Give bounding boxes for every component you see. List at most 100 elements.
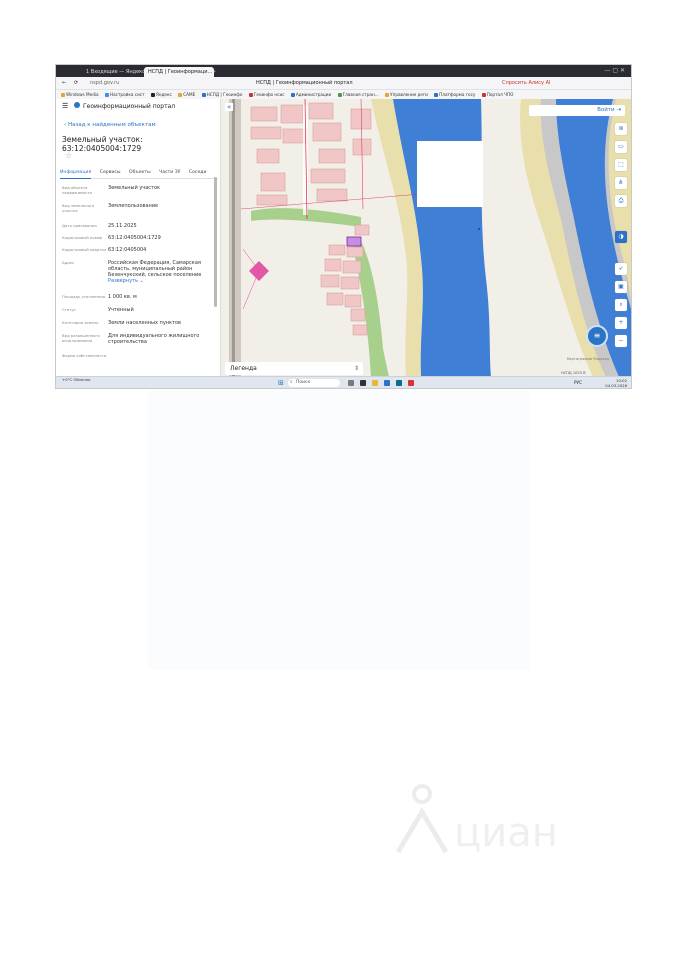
tab-objects[interactable]: Объекты bbox=[129, 168, 151, 178]
layers-icon[interactable]: ⊛ bbox=[615, 123, 627, 135]
attribute-row: Вид объекта недвижимости Земельный участ… bbox=[62, 185, 212, 201]
address-bar: ← ⟳ nspd.gov.ru НСПД | Геоинформационный… bbox=[56, 77, 631, 90]
new-tab-button[interactable]: + bbox=[210, 67, 218, 77]
print-icon[interactable]: ⎙ bbox=[615, 195, 627, 207]
attribute-value bbox=[108, 353, 210, 361]
attribute-value: Российская Федерация, Самарская область,… bbox=[108, 260, 202, 284]
attribute-row: Дата присвоения 25.11.2025 bbox=[62, 223, 212, 233]
minimap-icon[interactable]: ▣ bbox=[615, 281, 627, 293]
panel-scrollbar[interactable] bbox=[214, 177, 217, 307]
attribute-row: Кадастровый номер 63:12:0405004:1729 bbox=[62, 235, 212, 245]
bookmark-item[interactable]: Главная стран... bbox=[337, 90, 379, 99]
attribute-row: Статус Учтенный bbox=[62, 307, 212, 318]
expand-address-link[interactable]: Развернуть ⌄ bbox=[108, 278, 144, 284]
window-controls[interactable]: — ▢ ✕ bbox=[604, 67, 625, 74]
zoom-in-button[interactable]: + bbox=[615, 317, 627, 329]
attribute-label: Вид земельного участка bbox=[62, 203, 95, 213]
portal-logo-icon bbox=[74, 102, 80, 108]
zoom-search-icon[interactable]: ⌕ bbox=[615, 299, 627, 311]
share-icon[interactable]: ⋔ bbox=[615, 177, 627, 189]
attribute-value: Учтенный bbox=[108, 307, 134, 313]
bookmark-item[interactable]: Геоинфо нсис bbox=[248, 90, 285, 99]
bookmark-item[interactable]: НСПД | Геоинфо bbox=[201, 90, 242, 99]
tab-nspd[interactable]: НСПД | Геоинформаци... bbox=[144, 67, 214, 77]
edge-icon[interactable] bbox=[384, 380, 390, 386]
page-title-display: НСПД | Геоинформационный портал bbox=[256, 80, 353, 86]
info-tabs: Информация Сервисы Объекты Части ЗУ Сосе… bbox=[60, 168, 218, 179]
chevron-updown-icon: ⇕ bbox=[353, 365, 359, 372]
attribute-row: Вид земельного участка Землепользование bbox=[62, 203, 212, 221]
attribute-row: Форма собственности bbox=[62, 353, 212, 361]
cadastral-map[interactable]: « Войти ⇥ ⊛ ▭ ⬚ ⋔ ⎙ ◑ ➶ ▣ ⌕ + − ≡ Картог… bbox=[221, 99, 631, 377]
browser-tab-bar: 1 Входящие — Яндекс НСПД | Геоинформаци.… bbox=[56, 65, 631, 77]
tab-information[interactable]: Информация bbox=[60, 168, 92, 179]
hamburger-menu-icon[interactable]: ☰ bbox=[62, 102, 68, 110]
url-field[interactable]: nspd.gov.ru bbox=[90, 77, 119, 89]
language-indicator[interactable]: РУС bbox=[574, 377, 582, 388]
store-icon[interactable] bbox=[396, 380, 402, 386]
map-scale: НСПД 1025 В bbox=[561, 371, 586, 375]
attribute-label: Кадастровый номер bbox=[62, 235, 103, 240]
portal-name: Геоинформационный портал bbox=[83, 103, 176, 110]
bookmark-item[interactable]: Управление реги bbox=[385, 90, 428, 99]
card-icon[interactable]: ▭ bbox=[615, 141, 627, 153]
favorite-star-icon[interactable]: ☆ bbox=[65, 151, 72, 160]
watermark-text: циан bbox=[454, 810, 558, 856]
attribute-label: Площадь уточненная bbox=[62, 294, 105, 299]
attribute-value: Для индивидуального жилищного строительс… bbox=[108, 333, 200, 345]
attribute-value: 1 000 кв. м bbox=[108, 294, 137, 300]
windows-taskbar: +0°C Облачно ⊞ ⌕ Поиск РУС 10:02 04.03.2… bbox=[56, 376, 631, 388]
windows-start-icon[interactable]: ⊞ bbox=[278, 377, 284, 388]
system-clock[interactable]: 10:02 04.03.2026 bbox=[605, 378, 627, 388]
map-canvas bbox=[229, 99, 631, 377]
locate-icon[interactable]: ➶ bbox=[615, 263, 627, 275]
legend-label: Легенда bbox=[230, 365, 257, 372]
attribute-label: Кадастровый квартал bbox=[62, 247, 107, 252]
task-view-icon[interactable] bbox=[348, 380, 354, 386]
attribute-label: Категория земель bbox=[62, 320, 99, 325]
bookmark-item[interactable]: Настройка сист bbox=[104, 90, 145, 99]
login-button[interactable]: Войти ⇥ bbox=[529, 105, 625, 116]
attribute-label: Вид разрешенного использования bbox=[62, 333, 100, 343]
reload-icon[interactable]: ⟳ bbox=[74, 77, 78, 89]
bookmark-item[interactable]: Windows Media bbox=[61, 90, 99, 99]
attribute-list: Вид объекта недвижимости Земельный участ… bbox=[62, 185, 212, 363]
collapse-panel-icon[interactable]: « bbox=[225, 103, 234, 111]
attribute-value: Земельный участок bbox=[108, 185, 161, 191]
assistant-icon[interactable]: ◑ bbox=[615, 231, 627, 243]
bookmark-item[interactable]: Яндекс bbox=[150, 90, 172, 99]
object-info-panel: ☰ Геоинформационный портал ‹ Назад к най… bbox=[56, 99, 221, 377]
attribute-label: Дата присвоения bbox=[62, 223, 97, 228]
tab-parts[interactable]: Части ЗУ bbox=[159, 168, 180, 178]
bookmark-item[interactable]: Платформа госу bbox=[434, 90, 475, 99]
taskbar-search[interactable]: ⌕ Поиск bbox=[288, 379, 340, 387]
yandex-browser-icon[interactable] bbox=[408, 380, 414, 386]
select-area-icon[interactable]: ⬚ bbox=[615, 159, 627, 171]
legend-panel[interactable]: Легенда ⇕ bbox=[225, 362, 363, 375]
attribute-label: Статус bbox=[62, 307, 76, 312]
tab-inbox[interactable]: 1 Входящие — Яндекс bbox=[82, 67, 148, 77]
bookmark-item[interactable]: Администрации bbox=[290, 90, 331, 99]
back-nav-icon[interactable]: ← bbox=[62, 77, 66, 89]
attribute-value: 63:12:0405004:1729 bbox=[108, 235, 161, 241]
attribute-value: 63:12:0405004 bbox=[108, 247, 147, 253]
attribute-label: Форма собственности bbox=[62, 353, 107, 358]
attribute-row: Адрес Российская Федерация, Самарская об… bbox=[62, 260, 212, 292]
zoom-out-button[interactable]: − bbox=[615, 335, 627, 347]
alice-button[interactable]: Спросить Алису AI bbox=[502, 77, 551, 89]
tab-services[interactable]: Сервисы bbox=[100, 168, 121, 178]
bookmark-item[interactable]: CAME bbox=[178, 90, 195, 99]
tab-neighbors[interactable]: Соседи bbox=[189, 168, 207, 178]
attribute-value: 25.11.2025 bbox=[108, 223, 137, 229]
cian-logo-icon bbox=[395, 784, 449, 854]
menu-fab-icon[interactable]: ≡ bbox=[586, 325, 608, 347]
search-icon: ⌕ bbox=[290, 380, 293, 385]
attribute-row: Площадь уточненная 1 000 кв. м bbox=[62, 294, 212, 305]
attribute-row: Кадастровый квартал 63:12:0405004 bbox=[62, 247, 212, 258]
app-icon[interactable] bbox=[360, 380, 366, 386]
bookmark-item[interactable]: Портал ЧПО bbox=[481, 90, 513, 99]
explorer-icon[interactable] bbox=[372, 380, 378, 386]
page-title: Земельный участок: 63:12:0405004:1729 bbox=[62, 135, 143, 153]
back-to-results-link[interactable]: ‹ Назад к найденным объектам bbox=[64, 122, 156, 128]
weather-widget[interactable]: +0°C Облачно bbox=[62, 377, 91, 383]
